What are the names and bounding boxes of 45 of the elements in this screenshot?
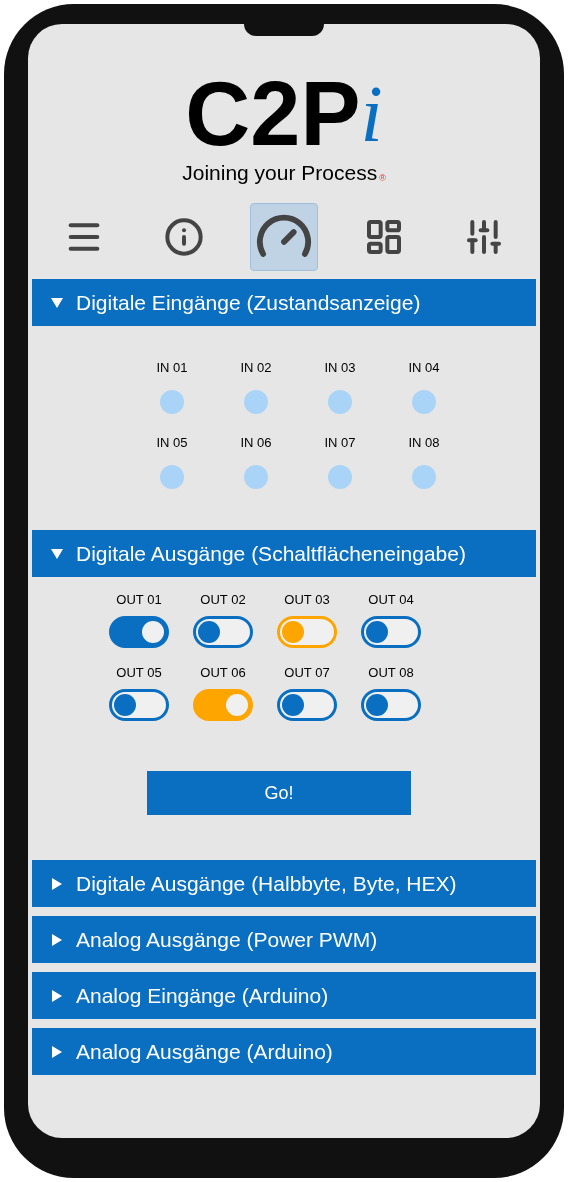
go-button[interactable]: Go! [147, 771, 411, 815]
logo-accent: i [360, 74, 383, 154]
toggle-switch[interactable] [277, 616, 337, 648]
toggle-switch[interactable] [361, 616, 421, 648]
output-label: OUT 08 [368, 666, 414, 679]
section-header[interactable]: Digitale Ausgänge (Schaltflächeneingabe) [32, 530, 536, 577]
toggle-switch[interactable] [193, 689, 253, 721]
dashboard-icon [364, 217, 404, 257]
input-label: IN 08 [408, 436, 440, 449]
info-icon [164, 217, 204, 257]
logo-text: C2P [185, 74, 361, 154]
section-header[interactable]: Digitale Ausgänge (Halbbyte, Byte, HEX) [32, 860, 536, 907]
input-label: IN 03 [324, 361, 356, 374]
logo-tagline: Joining your Process [182, 162, 378, 183]
section-header[interactable]: Digitale Eingänge (Zustandsanzeige) [32, 279, 536, 326]
toggle-switch[interactable] [361, 689, 421, 721]
expand-triangle-icon [50, 932, 64, 947]
toggle-switch[interactable] [277, 689, 337, 721]
input-label: IN 02 [240, 361, 272, 374]
section-header[interactable]: Analog Eingänge (Arduino) [32, 972, 536, 1019]
expand-triangle-icon [50, 988, 64, 1003]
toggle-switch[interactable] [109, 616, 169, 648]
nav-tab[interactable] [250, 203, 318, 271]
expand-triangle-icon [50, 1044, 64, 1059]
output-label: OUT 04 [368, 593, 414, 606]
input-label: IN 04 [408, 361, 440, 374]
input-label: IN 01 [156, 361, 188, 374]
collapse-triangle-icon [50, 295, 64, 310]
section-header[interactable]: Analog Ausgänge (Power PWM) [32, 916, 536, 963]
output-label: OUT 01 [116, 593, 162, 606]
toggle-switch[interactable] [109, 689, 169, 721]
output-label: OUT 03 [284, 593, 330, 606]
output-label: OUT 07 [284, 666, 330, 679]
output-label: OUT 05 [116, 666, 162, 679]
input-label: IN 06 [240, 436, 272, 449]
output-label: OUT 02 [200, 593, 246, 606]
output-label: OUT 06 [200, 666, 246, 679]
toggle-switch[interactable] [193, 616, 253, 648]
input-label: IN 05 [156, 436, 188, 449]
sliders-icon [464, 217, 504, 257]
collapse-triangle-icon [50, 546, 64, 561]
section-header[interactable]: Analog Ausgänge (Arduino) [32, 1028, 536, 1075]
input-label: IN 07 [324, 436, 356, 449]
expand-triangle-icon [50, 876, 64, 891]
registered-mark: ® [379, 174, 386, 183]
